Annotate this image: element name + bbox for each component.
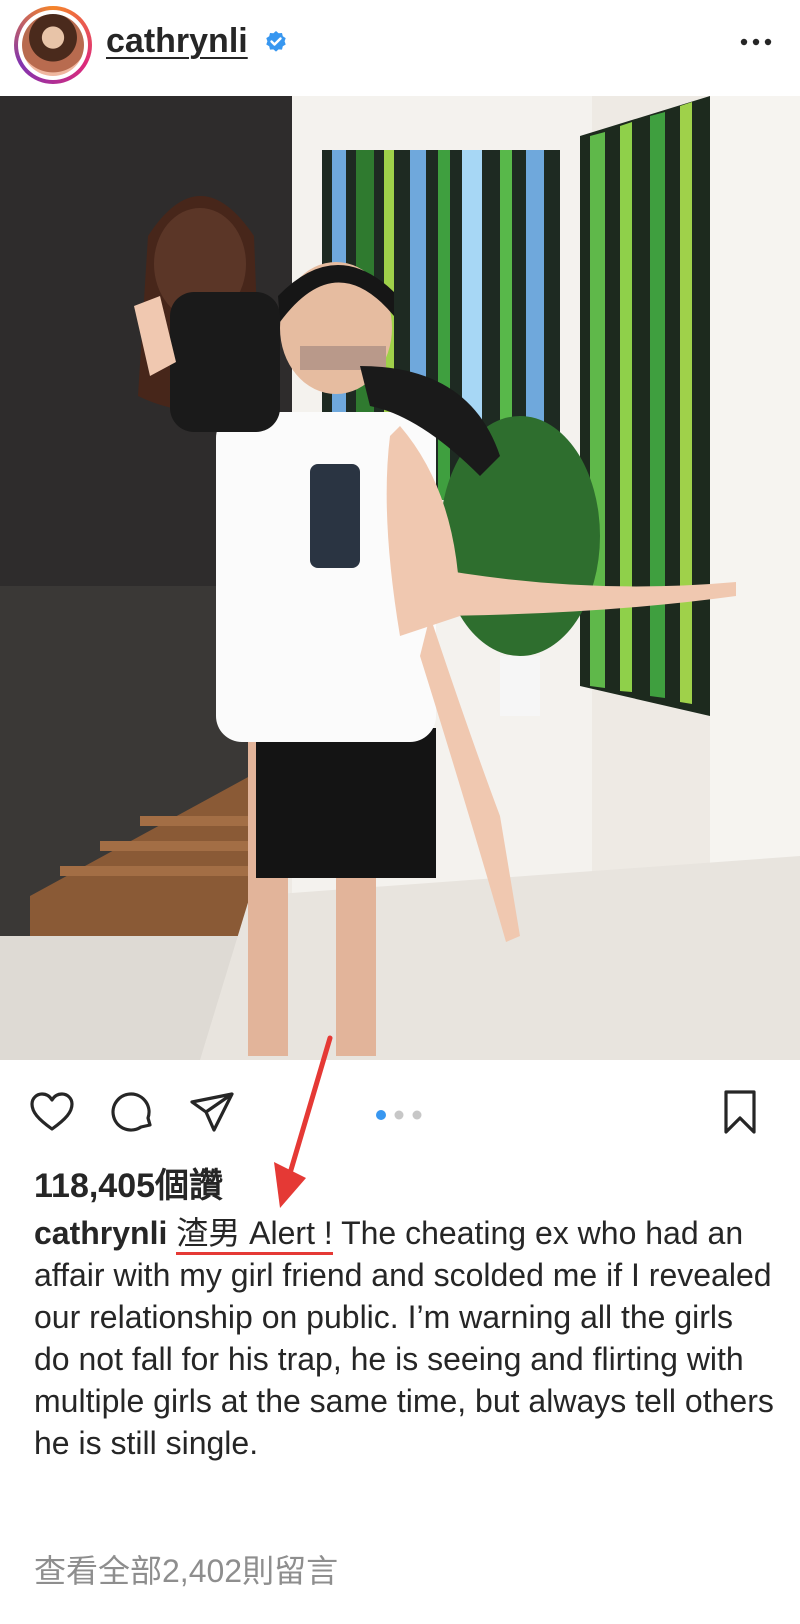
caption-username[interactable]: cathrynli xyxy=(34,1215,167,1251)
more-horizontal-icon[interactable] xyxy=(736,30,776,54)
profile-avatar-ring[interactable] xyxy=(14,6,92,84)
verified-badge-icon xyxy=(266,31,286,52)
post-caption: cathrynli 渣男 Alert ! The cheating ex who… xyxy=(34,1212,774,1464)
post-photo[interactable] xyxy=(0,96,800,1060)
view-all-comments-link[interactable]: 查看全部2,402則留言 xyxy=(34,1546,338,1592)
photo-illustration xyxy=(0,96,800,1060)
carousel-indicator xyxy=(376,1110,422,1120)
bookmark-icon[interactable] xyxy=(716,1088,764,1136)
post-username[interactable]: cathrynli xyxy=(106,22,248,61)
avatar-frame xyxy=(18,10,88,80)
avatar[interactable] xyxy=(22,14,84,76)
post-header: cathrynli xyxy=(0,0,800,96)
send-icon[interactable] xyxy=(188,1088,236,1136)
smartphone xyxy=(310,464,360,568)
caption-body: The cheating ex who had an affair with m… xyxy=(34,1215,774,1461)
caption-highlight: 渣男 Alert ! xyxy=(176,1215,333,1255)
carousel-dot-active xyxy=(376,1110,386,1120)
heart-icon[interactable] xyxy=(28,1088,76,1136)
comment-icon[interactable] xyxy=(108,1088,156,1136)
carousel-dot xyxy=(394,1110,404,1120)
like-count[interactable]: 118,405個讚 xyxy=(34,1158,223,1207)
carousel-dot xyxy=(412,1110,422,1120)
